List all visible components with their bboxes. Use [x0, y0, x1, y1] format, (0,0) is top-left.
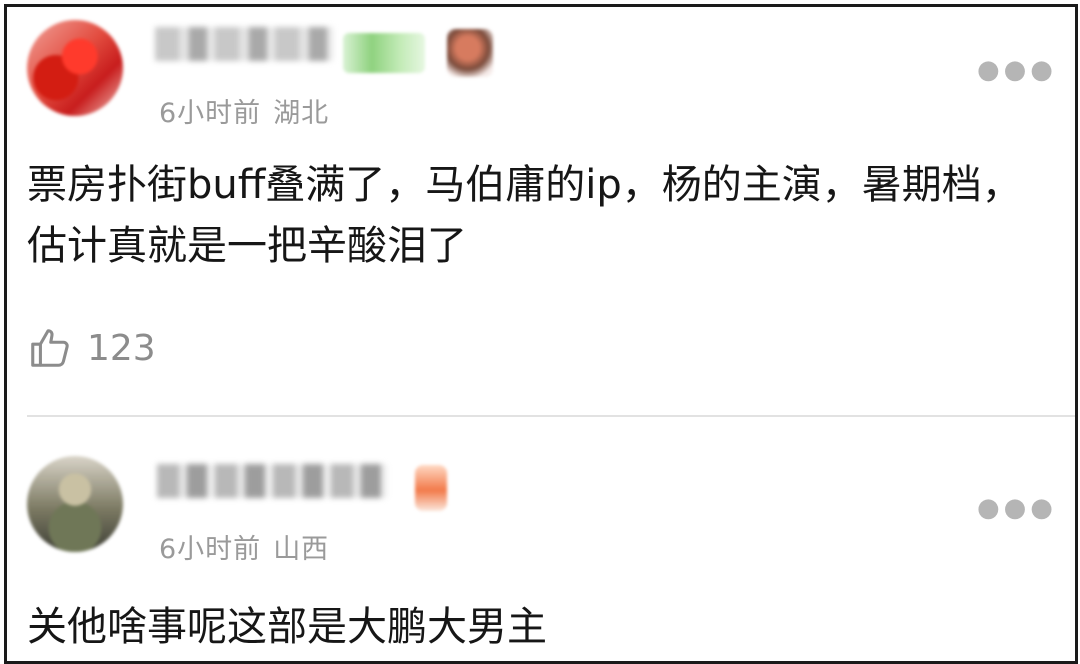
- comment-location: 山西: [273, 534, 330, 565]
- avatar[interactable]: [27, 20, 123, 116]
- more-dots-icon[interactable]: ●●●: [977, 55, 1057, 85]
- username-blurred[interactable]: [157, 464, 387, 498]
- user-decoration-icon: [447, 29, 493, 77]
- level-badge: [343, 33, 425, 73]
- like-count: 123: [87, 327, 156, 369]
- user-decoration-icon: [415, 465, 447, 511]
- like-button[interactable]: 123: [27, 325, 156, 371]
- comment-item: 6小时前 山西 ●●● 关他啥事呢这部是大鹏大男主: [7, 417, 1075, 661]
- comment-location: 湖北: [273, 98, 330, 129]
- thumbs-up-icon: [31, 329, 69, 367]
- comment-time: 6小时前: [159, 534, 262, 565]
- comment-meta: 6小时前 湖北: [159, 91, 329, 130]
- avatar[interactable]: [27, 456, 123, 552]
- comment-text: 关他啥事呢这部是大鹏大男主: [27, 604, 547, 650]
- username-blurred[interactable]: [155, 27, 333, 61]
- comment-meta: 6小时前 山西: [159, 527, 329, 566]
- comment-time: 6小时前: [159, 98, 262, 129]
- comment-text: 票房扑街buff叠满了，马伯庸的ip，杨的主演，暑期档，估计真就是一把辛酸泪了: [27, 162, 1022, 269]
- comment-list: 6小时前 湖北 ●●● 票房扑街buff叠满了，马伯庸的ip，杨的主演，暑期档，估…: [4, 4, 1078, 664]
- comment-item: 6小时前 湖北 ●●● 票房扑街buff叠满了，马伯庸的ip，杨的主演，暑期档，估…: [7, 7, 1075, 411]
- more-dots-icon[interactable]: ●●●: [977, 493, 1057, 523]
